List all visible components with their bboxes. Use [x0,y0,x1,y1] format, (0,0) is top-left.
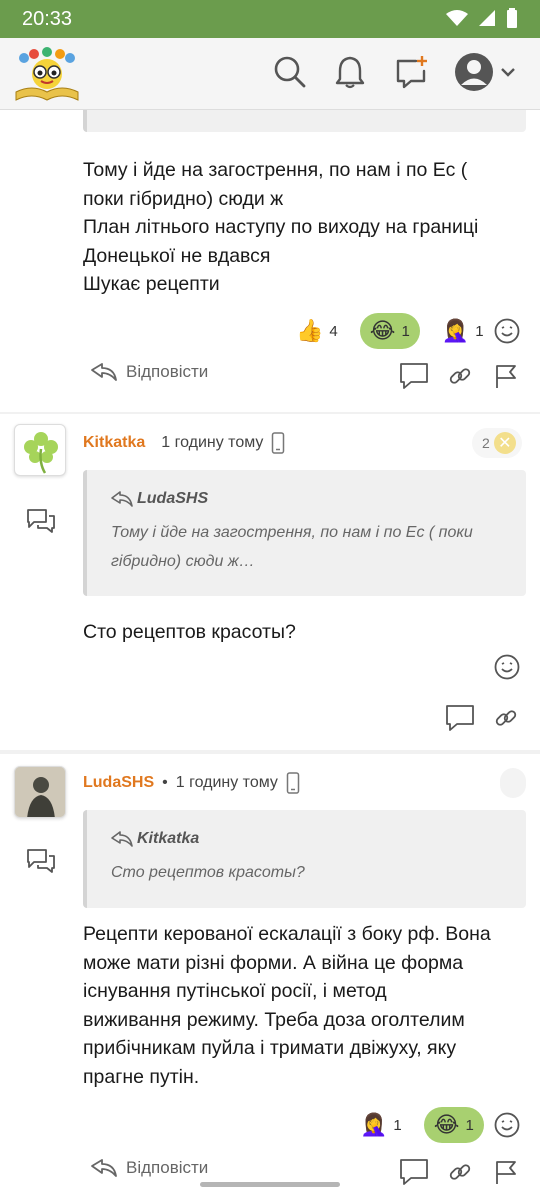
reply-button[interactable]: Відповісти [90,362,208,382]
quote-block: Kitkatka Сто рецептов красоты? [83,810,526,908]
comment-meta: Kitkatka 1 годину тому [83,432,285,454]
app-bar [0,38,540,110]
clover-avatar-icon [24,432,58,474]
replies-icon[interactable] [26,848,56,874]
link-icon [449,368,471,384]
new-message-button[interactable] [392,52,432,92]
bell-icon [335,56,365,89]
share-link-button[interactable] [444,1156,476,1188]
meta-separator: • [162,774,168,791]
report-button[interactable] [490,360,522,392]
quote-text: Сто рецептов красоты? [111,864,305,881]
status-bar: 20:33 [0,0,540,38]
close-icon: ✕ [493,432,516,454]
speech-bubble-icon [400,363,428,389]
mobile-device-icon [286,772,300,794]
signal-icon [479,10,495,26]
chat-plus-icon [396,56,427,89]
quote-text: Тому і йде на загострення, по нам і по Е… [111,524,473,570]
report-button[interactable] [490,1156,522,1188]
quote-block [83,110,526,132]
comment-toolbar: Відповісти [0,1150,540,1194]
comment-card: LudaSHS • 1 годину тому Kitkatka Сто рец… [0,754,540,1200]
replies-icon[interactable] [26,508,56,534]
link-icon [495,710,517,726]
comment-text: Сто рецептов красоты? [83,621,296,643]
facepalm-icon: 🤦‍♀️ [360,1112,388,1137]
reply-arrow-icon [91,363,117,381]
rating-badge[interactable]: 2 ✕ [472,428,522,458]
search-button[interactable] [270,52,310,92]
avatar[interactable] [14,424,66,476]
quote-author: Kitkatka [111,830,199,848]
battery-icon [507,8,517,28]
quote-block: LudaSHS Тому і йде на загострення, по на… [83,470,526,596]
comment-meta: LudaSHS • 1 годину тому [83,772,300,794]
flag-icon [496,1161,516,1184]
comment-feed[interactable]: Тому і йде на загострення, по нам і по Е… [0,110,540,1200]
reply-arrow-icon [111,831,133,847]
add-reaction-icon[interactable] [494,318,520,344]
comment-button[interactable] [398,360,430,392]
mobile-device-icon [272,432,285,454]
add-reaction-icon[interactable] [494,1112,520,1138]
rating-count: 2 [482,435,490,451]
status-icons [446,8,518,28]
status-time: 20:33 [22,8,73,30]
user-avatar-icon [455,53,493,91]
reply-button[interactable]: Відповісти [90,1158,208,1178]
thumbs-up-icon: 👍 [296,318,324,343]
laugh-icon: 😂 [433,1112,460,1137]
notifications-button[interactable] [330,52,370,92]
comment-time[interactable]: 1 годину тому [176,774,278,792]
speech-bubble-icon [446,705,474,731]
user-photo-icon [15,767,65,817]
comment-time[interactable]: 1 годину тому [161,434,263,452]
share-link-button[interactable] [444,360,476,392]
reply-arrow-icon [111,491,133,507]
laugh-icon: 😂 [369,318,396,343]
speech-bubble-icon [400,1159,428,1185]
comment-text: Тому і йде на загострення, по нам і по Е… [83,159,479,295]
comment-text: Рецепти керованої ескалації з боку рф. В… [83,923,491,1088]
reaction-facepalm[interactable]: 🤦‍♀️ 1 [350,1107,412,1143]
rating-badge[interactable] [500,768,526,798]
reactions-bar: 🤦‍♀️ 1 😂 1 [350,1106,484,1144]
author-name[interactable]: LudaSHS [83,774,154,792]
comment-toolbar: Відповісти [0,354,540,398]
comment-button[interactable] [398,1156,430,1188]
reaction-facepalm[interactable]: 🤦‍♀️ 1 [432,313,494,349]
profile-menu-button[interactable] [454,52,520,94]
avatar[interactable] [14,766,66,818]
home-indicator[interactable] [200,1182,340,1187]
facepalm-icon: 🤦‍♀️ [441,318,470,343]
search-icon [274,56,306,88]
reaction-laugh[interactable]: 😂 1 [423,1107,484,1143]
wifi-icon [446,10,468,26]
reaction-thumbs-up[interactable]: 👍 4 [286,313,348,349]
chevron-down-icon [501,68,515,77]
logo[interactable] [14,46,80,102]
comment-card: Тому і йде на загострення, по нам і по Е… [0,110,540,412]
share-link-button[interactable] [490,702,522,734]
comment-card: Kitkatka 1 годину тому 2 ✕ LudaSHS Тому … [0,414,540,750]
flag-icon [496,365,516,388]
add-reaction-icon[interactable] [494,654,520,680]
reply-arrow-icon [91,1159,117,1177]
link-icon [449,1164,471,1180]
comment-button[interactable] [444,702,476,734]
reactions-bar: 👍 4 😂 1 🤦‍♀️ 1 [286,312,494,350]
reaction-laugh[interactable]: 😂 1 [359,313,420,349]
comment-toolbar [0,696,540,740]
quote-author: LudaSHS [111,490,208,508]
author-name[interactable]: Kitkatka [83,434,145,452]
